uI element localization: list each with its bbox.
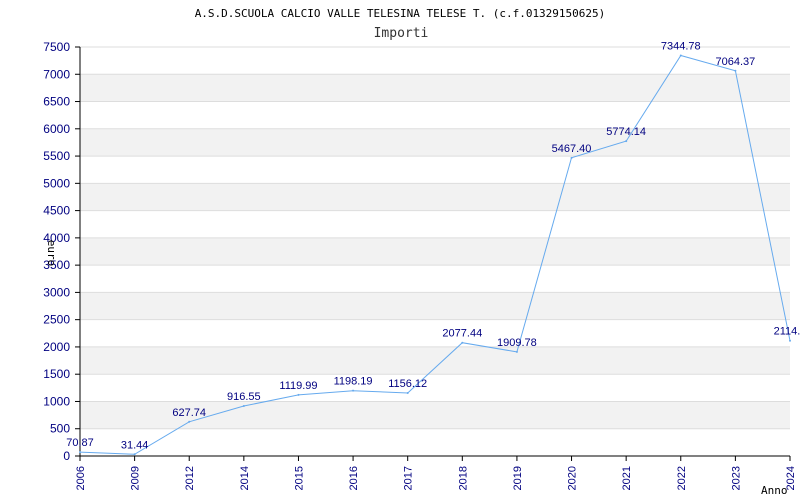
x-tick-label: 2006 <box>75 466 87 490</box>
data-point <box>789 339 791 342</box>
x-axis-label: Anno <box>761 484 788 497</box>
x-tick-label: 2020 <box>567 466 579 490</box>
y-tick-label: 5500 <box>43 149 70 163</box>
x-tick-label: 2009 <box>130 466 142 490</box>
x-tick-label: 2019 <box>512 466 524 490</box>
data-point <box>133 453 136 456</box>
data-label: 1198.19 <box>334 376 373 388</box>
data-point <box>461 341 464 344</box>
x-tick-label: 2015 <box>293 466 305 490</box>
data-point <box>242 405 245 408</box>
data-point <box>625 140 628 143</box>
grid-band <box>80 237 790 266</box>
data-label: 5467.40 <box>552 143 592 155</box>
data-label: 5774.14 <box>606 126 646 138</box>
y-tick-label: 1500 <box>43 367 70 381</box>
data-point <box>570 156 573 159</box>
y-tick-label: 500 <box>50 422 70 436</box>
data-label: 1119.99 <box>279 380 317 392</box>
x-axis-ticks: 2006 2009 2012 2014 2015 2016 2017 2018 2019 2020… <box>75 456 797 490</box>
x-tick-label: 2012 <box>184 466 196 490</box>
data-label: 2077.44 <box>442 328 482 340</box>
data-label: 7344.78 <box>661 40 701 52</box>
y-axis-label: euro <box>45 240 58 267</box>
data-label: 2114.2 <box>774 326 800 338</box>
grid-band <box>80 292 790 320</box>
chart-title: A.S.D.SCUOLA CALCIO VALLE TELESINA TELES… <box>195 7 606 20</box>
data-point <box>352 389 355 392</box>
data-point <box>406 391 409 394</box>
x-tick-label: 2016 <box>348 466 360 490</box>
line-chart: A.S.D.SCUOLA CALCIO VALLE TELESINA TELES… <box>43 7 800 497</box>
y-tick-label: 5000 <box>43 176 70 190</box>
data-label: 70.87 <box>66 437 94 449</box>
x-tick-label: 2018 <box>457 466 469 490</box>
data-label: 1156.12 <box>388 378 427 390</box>
data-label: 627.74 <box>172 407 206 419</box>
x-tick-label: 2021 <box>621 466 633 490</box>
x-tick-label: 2023 <box>730 466 742 490</box>
data-point <box>188 420 191 423</box>
y-tick-label: 7500 <box>43 40 70 54</box>
data-label: 31.44 <box>121 439 149 451</box>
x-tick-label: 2017 <box>403 466 415 490</box>
y-tick-label: 2000 <box>43 340 70 354</box>
chart-subtitle: Importi <box>374 26 429 41</box>
data-point <box>297 393 300 396</box>
grid-band <box>80 346 790 375</box>
plot-background <box>80 74 790 429</box>
data-point <box>679 54 682 57</box>
y-tick-label: 4500 <box>43 204 70 218</box>
y-tick-label: 1000 <box>43 394 70 408</box>
y-tick-label: 3000 <box>43 285 70 299</box>
data-label: 7064.37 <box>716 56 756 68</box>
data-label: 1909.78 <box>497 337 537 349</box>
y-tick-label: 6000 <box>43 122 70 136</box>
data-point <box>734 69 737 72</box>
y-tick-label: 2500 <box>43 313 70 327</box>
data-label: 916.55 <box>227 391 261 403</box>
y-tick-label: 7000 <box>43 67 70 81</box>
y-tick-label: 0 <box>63 449 70 463</box>
y-tick-label: 6500 <box>43 95 70 109</box>
x-tick-label: 2022 <box>676 466 688 490</box>
grid-band <box>80 183 790 211</box>
data-point <box>515 350 518 353</box>
grid-band <box>80 74 790 102</box>
data-point <box>79 451 81 454</box>
x-tick-label: 2014 <box>239 466 251 490</box>
grid-band <box>80 128 790 157</box>
